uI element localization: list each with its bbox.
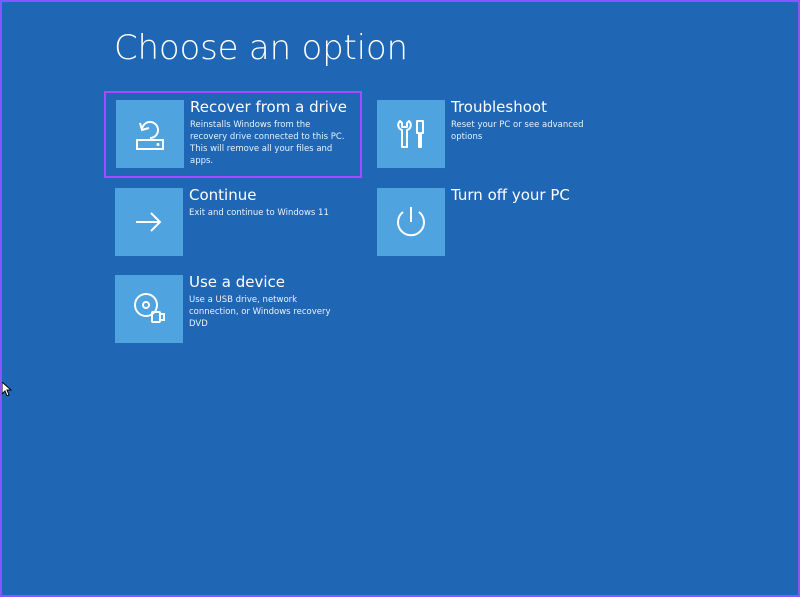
copy-recover-from-drive: Recover from a drive Reinstalls Windows … [190, 98, 347, 167]
recovery-screen: Choose an option Recover from a drive Re… [0, 0, 800, 597]
option-description-use-a-device: Use a USB drive, network connection, or … [189, 295, 331, 329]
option-recover-from-drive[interactable]: Recover from a drive Reinstalls Windows … [104, 91, 362, 178]
mouse-pointer-icon [2, 382, 12, 396]
arrow-right-icon [136, 212, 162, 232]
tile-troubleshoot [377, 100, 445, 168]
device-usb-disc-icon [134, 293, 165, 323]
option-title-turn-off-pc: Turn off your PC [451, 186, 570, 204]
copy-troubleshoot: Troubleshoot Reset your PC or see advanc… [451, 98, 606, 143]
copy-turn-off-pc: Turn off your PC [451, 186, 570, 207]
option-continue[interactable]: Continue Exit and continue to Windows 11 [115, 186, 355, 258]
tile-recover-from-drive [116, 100, 184, 168]
option-description-troubleshoot: Reset your PC or see advanced options [451, 120, 584, 142]
copy-use-a-device: Use a device Use a USB drive, network co… [189, 273, 344, 330]
power-icon [397, 207, 425, 237]
tile-use-a-device [115, 275, 183, 343]
option-title-use-a-device: Use a device [189, 273, 286, 291]
recover-drive-icon [136, 121, 164, 150]
option-title-troubleshoot: Troubleshoot [451, 98, 547, 116]
tile-turn-off-pc [377, 188, 445, 256]
option-title-recover-from-drive: Recover from a drive [190, 98, 348, 116]
option-description-recover-from-drive: Reinstalls Windows from the recovery dri… [190, 120, 345, 166]
troubleshoot-tools-icon [397, 120, 424, 148]
option-troubleshoot[interactable]: Troubleshoot Reset your PC or see advanc… [377, 98, 637, 170]
option-title-continue: Continue [189, 186, 257, 204]
tile-continue [115, 188, 183, 256]
option-description-continue: Exit and continue to Windows 11 [189, 208, 329, 218]
option-turn-off-pc[interactable]: Turn off your PC [377, 186, 617, 258]
option-use-a-device[interactable]: Use a device Use a USB drive, network co… [115, 273, 375, 345]
page-title: Choose an option [114, 28, 408, 68]
copy-continue: Continue Exit and continue to Windows 11 [189, 186, 329, 219]
